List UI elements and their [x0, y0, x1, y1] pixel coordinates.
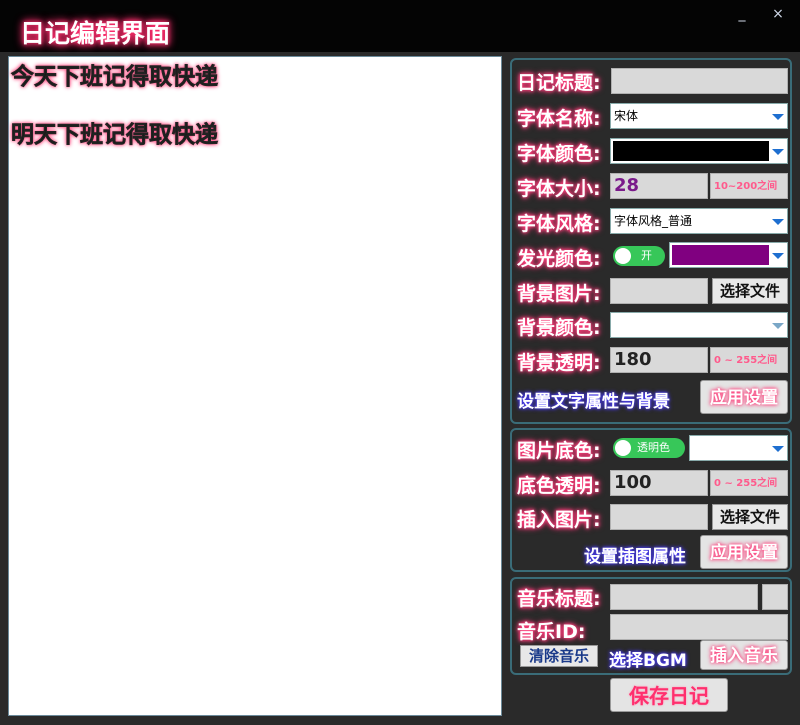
bg-opacity-value: 180 [614, 349, 652, 370]
minimize-button[interactable]: _ [730, 4, 754, 24]
diary-editor[interactable]: 今天下班记得取快递 明天下班记得取快递 [8, 56, 502, 716]
image-section-label: 设置插图属性 [584, 547, 686, 567]
diary-title-input[interactable] [611, 68, 788, 94]
music-id-label: 音乐ID: [517, 621, 586, 643]
font-style-value: 字体风格_普通 [614, 214, 693, 228]
base-opacity-input[interactable]: 100 [610, 470, 708, 496]
bg-opacity-hint-box: 0 ~ 255之间 [710, 347, 788, 373]
font-color-select[interactable] [610, 138, 788, 164]
font-size-input[interactable]: 28 [610, 173, 708, 199]
insert-image-input[interactable] [610, 504, 708, 530]
insert-music-button[interactable]: 插入音乐 [700, 640, 788, 670]
font-name-label: 字体名称: [517, 108, 601, 130]
image-base-color-select[interactable] [689, 435, 788, 461]
bg-image-input[interactable] [610, 278, 708, 304]
chevron-down-icon [772, 149, 784, 155]
image-apply-button[interactable]: 应用设置 [700, 535, 788, 569]
transparent-toggle[interactable]: 透明色 [613, 438, 685, 458]
font-name-value: 宋体 [614, 109, 639, 123]
image-base-color-label: 图片底色: [517, 440, 601, 462]
font-color-swatch [613, 141, 769, 161]
bg-color-select[interactable] [610, 312, 788, 338]
glow-toggle[interactable]: 开 [613, 246, 665, 266]
glow-color-swatch [672, 245, 769, 265]
chevron-down-icon [772, 219, 784, 225]
bg-opacity-label: 背景透明: [517, 352, 601, 374]
music-title-label: 音乐标题: [517, 588, 601, 610]
editor-line: 今天下班记得取快递 [11, 64, 219, 91]
editor-line: 明天下班记得取快递 [11, 122, 219, 149]
choose-bgm-button[interactable]: 选择BGM [609, 646, 687, 671]
font-style-select[interactable]: 字体风格_普通 [610, 208, 788, 234]
font-size-value: 28 [614, 175, 640, 196]
base-opacity-hint: 0 ~ 255之间 [714, 478, 778, 489]
clear-music-button[interactable]: 清除音乐 [520, 645, 598, 667]
music-title-input[interactable] [610, 584, 758, 610]
image-choose-file-button[interactable]: 选择文件 [712, 504, 788, 530]
bg-opacity-input[interactable]: 180 [610, 347, 708, 373]
base-opacity-label: 底色透明: [517, 475, 601, 497]
font-style-label: 字体风格: [517, 213, 601, 235]
bg-opacity-hint: 0 ~ 255之间 [714, 355, 778, 366]
transparent-toggle-label: 透明色 [637, 441, 670, 454]
bg-color-label: 背景颜色: [517, 317, 601, 339]
font-color-label: 字体颜色: [517, 143, 601, 165]
diary-title-label: 日记标题: [517, 72, 601, 94]
glow-color-select[interactable] [669, 242, 788, 268]
text-section-label: 设置文字属性与背景 [517, 392, 670, 412]
font-size-hint: 10~200之间 [714, 181, 778, 192]
save-diary-button[interactable]: 保存日记 [610, 678, 728, 712]
window-title: 日记编辑界面 [20, 19, 171, 48]
chevron-down-icon [772, 114, 784, 120]
bg-choose-file-button[interactable]: 选择文件 [712, 278, 788, 304]
chevron-down-icon [772, 253, 784, 259]
chevron-down-icon [772, 446, 784, 452]
base-opacity-value: 100 [614, 472, 652, 493]
bg-image-label: 背景图片: [517, 283, 601, 305]
toggle-knob [615, 248, 631, 264]
text-apply-button[interactable]: 应用设置 [700, 380, 788, 414]
glow-toggle-label: 开 [641, 249, 652, 262]
font-size-label: 字体大小: [517, 178, 601, 200]
music-extra-field[interactable] [762, 584, 788, 610]
insert-image-label: 插入图片: [517, 509, 601, 531]
glow-color-label: 发光颜色: [517, 248, 601, 270]
font-name-select[interactable]: 宋体 [610, 103, 788, 129]
base-opacity-hint-box: 0 ~ 255之间 [710, 470, 788, 496]
font-size-hint-box: 10~200之间 [710, 173, 788, 199]
toggle-knob [615, 440, 631, 456]
close-button[interactable]: × [766, 4, 790, 24]
music-id-input[interactable] [610, 614, 788, 640]
chevron-down-icon [772, 323, 784, 329]
